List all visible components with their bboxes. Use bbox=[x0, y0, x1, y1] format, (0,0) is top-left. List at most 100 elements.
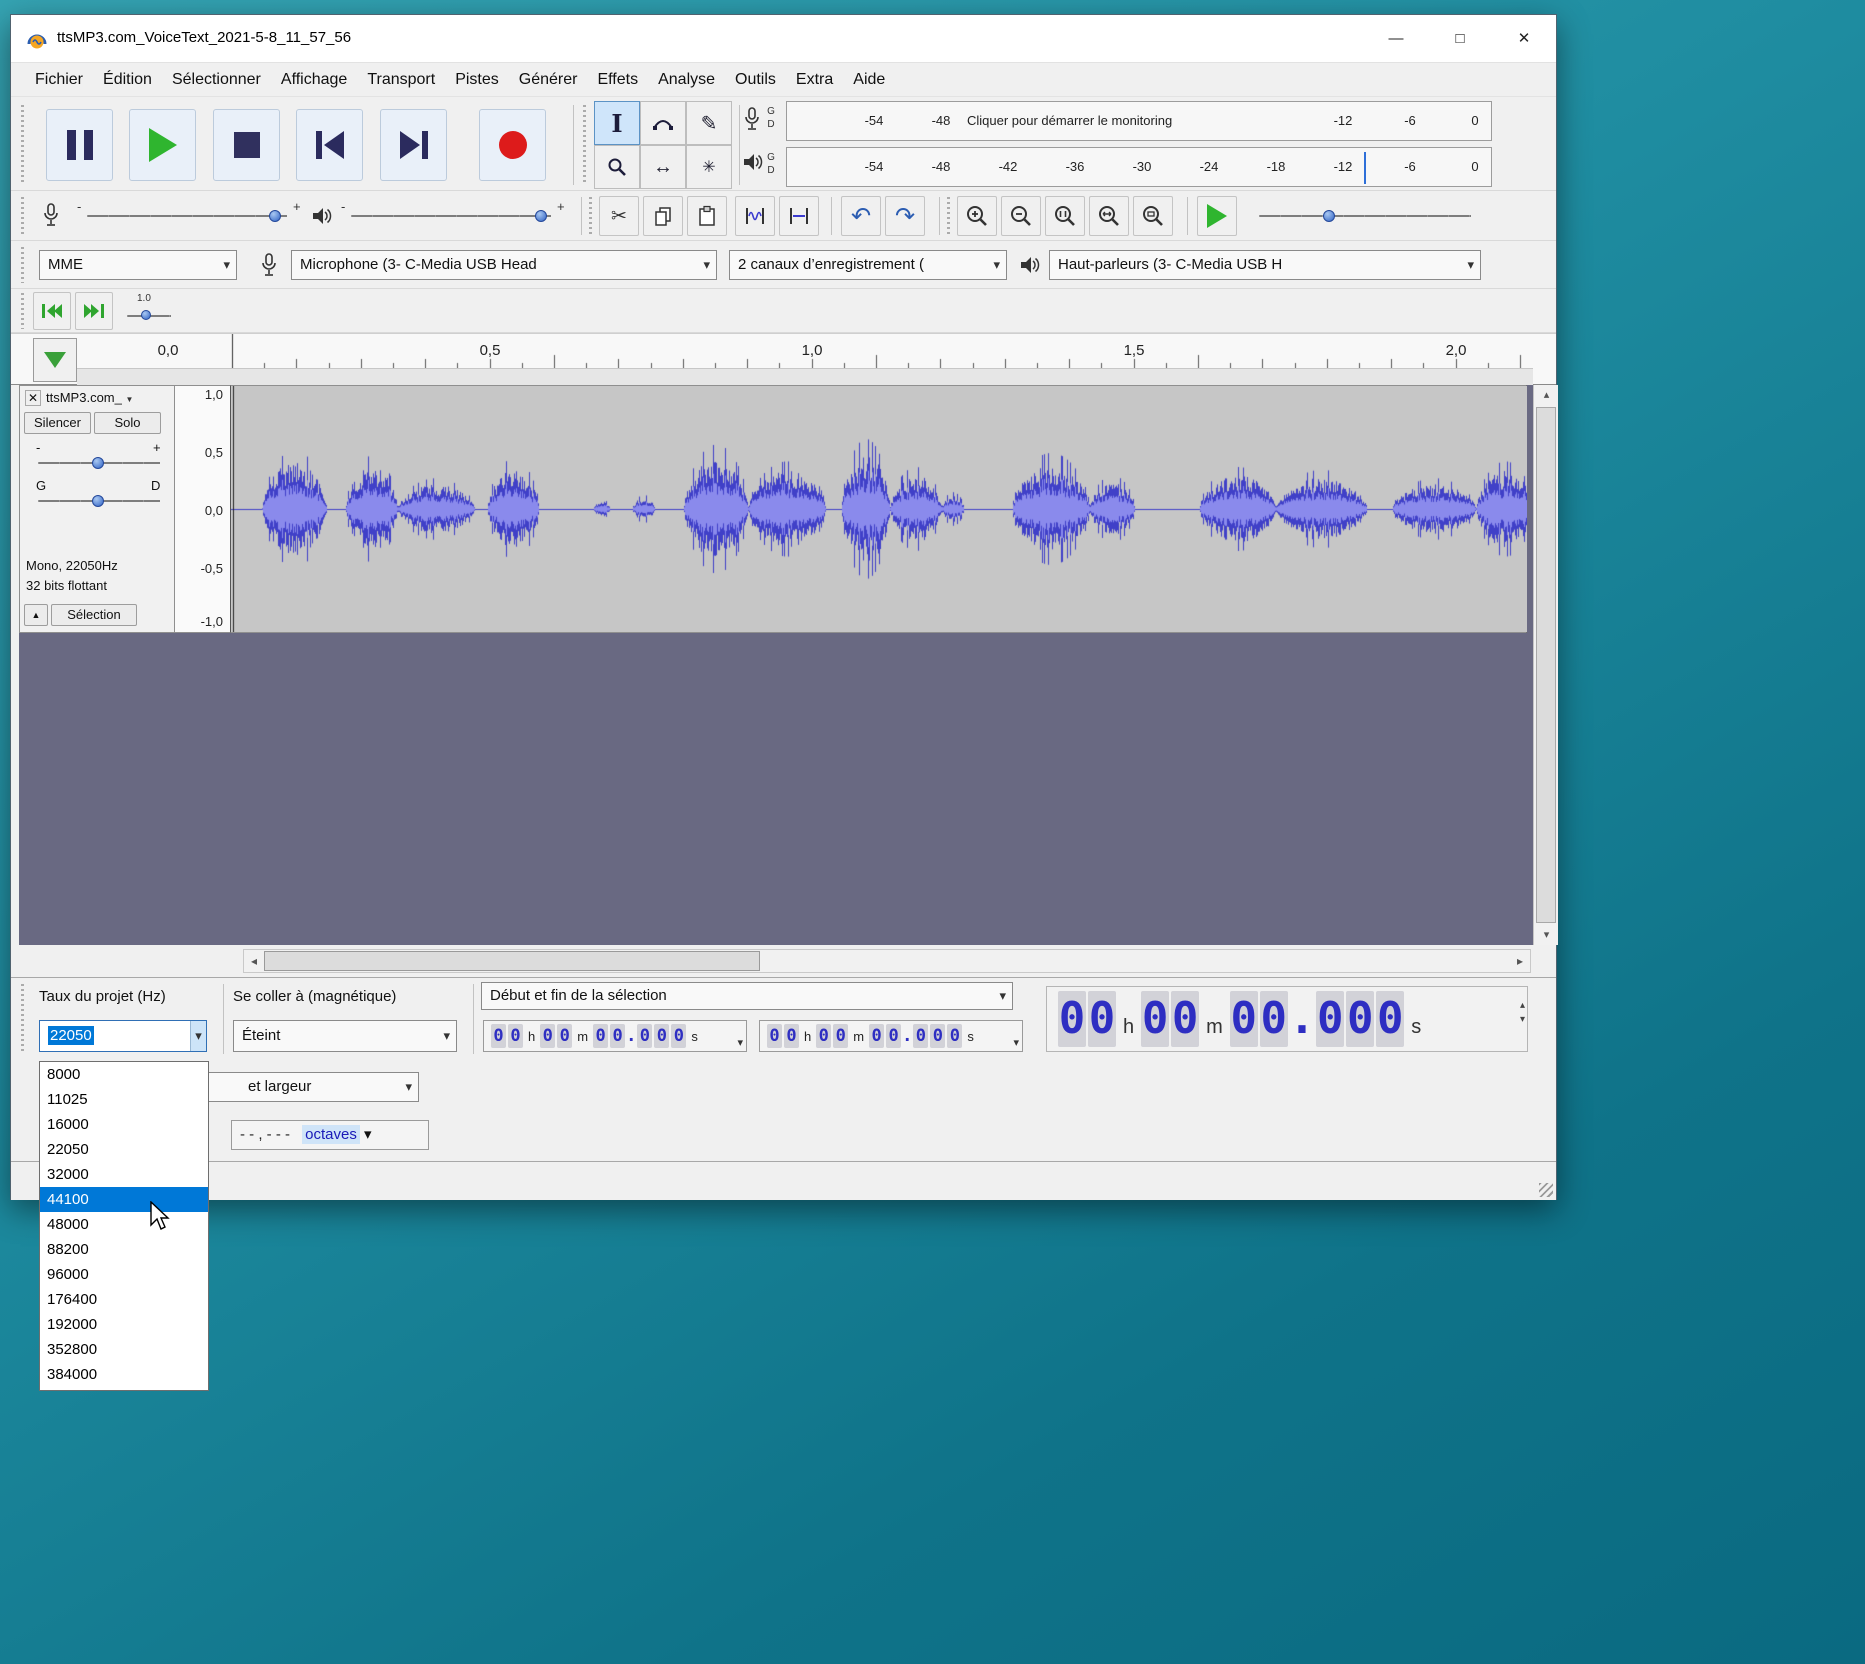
playback-device-combo[interactable]: Haut-parleurs (3- C-Media USB H▾ bbox=[1049, 250, 1481, 280]
vertical-scroll-thumb[interactable] bbox=[1536, 407, 1556, 923]
rate-option[interactable]: 384000 bbox=[40, 1362, 208, 1387]
trim-audio-button[interactable] bbox=[735, 196, 775, 236]
redo-button[interactable]: ↷ bbox=[885, 196, 925, 236]
track-close-button[interactable]: ✕ bbox=[25, 390, 41, 406]
rate-option[interactable]: 192000 bbox=[40, 1312, 208, 1337]
envelope-tool-button[interactable] bbox=[640, 101, 686, 145]
menu-generer[interactable]: Générer bbox=[509, 67, 588, 93]
pause-button[interactable] bbox=[46, 109, 113, 181]
scroll-right-icon[interactable]: ▸ bbox=[1510, 950, 1530, 972]
rate-option[interactable]: 22050 bbox=[40, 1137, 208, 1162]
toolbar-grip[interactable] bbox=[21, 247, 24, 283]
field-format-icon[interactable]: ▾ bbox=[1013, 1036, 1019, 1049]
input-volume-slider[interactable] bbox=[87, 215, 287, 217]
rate-option[interactable]: 48000 bbox=[40, 1212, 208, 1237]
track-gain-thumb[interactable] bbox=[92, 457, 104, 469]
rate-option[interactable]: 16000 bbox=[40, 1112, 208, 1137]
zoom-toggle-button[interactable] bbox=[1133, 196, 1173, 236]
input-volume-thumb[interactable] bbox=[269, 210, 281, 222]
multi-tool-button[interactable]: ✳ bbox=[686, 145, 732, 189]
cut-button[interactable]: ✂ bbox=[599, 196, 639, 236]
waveform-clip[interactable] bbox=[231, 385, 1527, 633]
menu-edition[interactable]: Édition bbox=[93, 67, 162, 93]
recording-channels-combo[interactable]: 2 canaux d’enregistrement (▾ bbox=[729, 250, 1007, 280]
menu-analyse[interactable]: Analyse bbox=[648, 67, 725, 93]
track-mute-button[interactable]: Silencer bbox=[24, 412, 91, 434]
position-spinner[interactable]: ▴▾ bbox=[1520, 1001, 1525, 1025]
rate-option[interactable]: 44100 bbox=[40, 1187, 208, 1212]
horizontal-scroll-thumb[interactable] bbox=[264, 951, 760, 971]
track-pan-thumb[interactable] bbox=[92, 495, 104, 507]
selection-tool-button[interactable]: I bbox=[594, 101, 640, 145]
paste-button[interactable] bbox=[687, 196, 727, 236]
silence-audio-button[interactable] bbox=[779, 196, 819, 236]
play-button[interactable] bbox=[129, 109, 196, 181]
resize-grip[interactable] bbox=[1539, 1183, 1553, 1197]
timeshift-tool-button[interactable]: ↔ bbox=[640, 145, 686, 189]
menu-pistes[interactable]: Pistes bbox=[445, 67, 509, 93]
playhead-triangle-icon[interactable] bbox=[44, 352, 66, 368]
horizontal-scrollbar[interactable]: ◂ ▸ bbox=[243, 949, 1531, 973]
rate-option[interactable]: 176400 bbox=[40, 1287, 208, 1312]
recording-device-combo[interactable]: Microphone (3- C-Media USB Head▾ bbox=[291, 250, 717, 280]
audio-position-display[interactable]: 00h00m00.000s ▴▾ bbox=[1046, 986, 1528, 1052]
zoom-tool-button[interactable] bbox=[594, 145, 640, 189]
copy-button[interactable] bbox=[643, 196, 683, 236]
zoom-fit-button[interactable] bbox=[1089, 196, 1129, 236]
selection-end-field[interactable]: 00h00m00.000s ▾ bbox=[759, 1020, 1023, 1052]
maximize-button[interactable]: □ bbox=[1428, 15, 1492, 62]
record-meter[interactable]: -54 -48 Cliquer pour démarrer le monitor… bbox=[786, 101, 1492, 141]
project-rate-combo[interactable]: 22050 ▾ bbox=[39, 1020, 207, 1052]
toolbar-grip[interactable] bbox=[21, 197, 24, 235]
playhead-pointer-box[interactable] bbox=[33, 338, 77, 382]
rate-option[interactable]: 88200 bbox=[40, 1237, 208, 1262]
seek-button[interactable] bbox=[75, 292, 113, 330]
minimize-button[interactable]: — bbox=[1364, 15, 1428, 62]
zoom-selection-button[interactable] bbox=[1045, 196, 1085, 236]
skip-to-start-button[interactable] bbox=[296, 109, 363, 181]
spectral-unit[interactable]: octaves bbox=[302, 1125, 360, 1144]
output-volume-slider[interactable] bbox=[351, 215, 551, 217]
record-button[interactable] bbox=[479, 109, 546, 181]
rate-option[interactable]: 32000 bbox=[40, 1162, 208, 1187]
menu-affichage[interactable]: Affichage bbox=[271, 67, 357, 93]
snap-to-combo[interactable]: Éteint▾ bbox=[233, 1020, 457, 1052]
vertical-scrollbar[interactable]: ▴ ▾ bbox=[1533, 385, 1558, 945]
waveform-canvas[interactable] bbox=[231, 386, 1527, 632]
toolbar-grip[interactable] bbox=[589, 197, 592, 235]
track-collapse-button[interactable]: ▲ bbox=[24, 604, 48, 626]
scroll-down-icon[interactable]: ▾ bbox=[1534, 925, 1559, 945]
field-format-icon[interactable]: ▾ bbox=[737, 1036, 743, 1049]
toolbar-grip[interactable] bbox=[947, 197, 950, 235]
audio-host-combo[interactable]: MME▾ bbox=[39, 250, 237, 280]
selection-mode-combo[interactable]: Début et fin de la sélection▾ bbox=[481, 982, 1013, 1010]
play-meter[interactable]: -54 -48 -42 -36 -30 -24 -18 -12 -6 0 bbox=[786, 147, 1492, 187]
zoom-out-button[interactable] bbox=[1001, 196, 1041, 236]
undo-button[interactable]: ↶ bbox=[841, 196, 881, 236]
track-vertical-ruler[interactable]: 1,0 0,5 0,0 -0,5 -1,0 bbox=[175, 385, 231, 633]
scrub-button[interactable] bbox=[33, 292, 71, 330]
scrub-speed-thumb[interactable] bbox=[141, 310, 151, 320]
rate-option[interactable]: 96000 bbox=[40, 1262, 208, 1287]
selection-start-field[interactable]: 00h00m00.000s ▾ bbox=[483, 1020, 747, 1052]
track-solo-button[interactable]: Solo bbox=[94, 412, 161, 434]
menu-selectionner[interactable]: Sélectionner bbox=[162, 67, 271, 93]
toolbar-grip[interactable] bbox=[21, 293, 24, 329]
toolbar-grip[interactable] bbox=[21, 105, 24, 183]
skip-to-end-button[interactable] bbox=[380, 109, 447, 181]
menu-transport[interactable]: Transport bbox=[357, 67, 445, 93]
toolbar-grip[interactable] bbox=[21, 984, 24, 1054]
menu-fichier[interactable]: Fichier bbox=[25, 67, 93, 93]
zoom-in-button[interactable] bbox=[957, 196, 997, 236]
spectral-frequency-field[interactable]: - - , - - - octaves ▾ bbox=[231, 1120, 429, 1150]
menu-outils[interactable]: Outils bbox=[725, 67, 786, 93]
track-select-button[interactable]: Sélection bbox=[51, 604, 137, 626]
toolbar-grip[interactable] bbox=[583, 105, 586, 185]
stop-button[interactable] bbox=[213, 109, 280, 181]
titlebar[interactable]: ttsMP3.com_VoiceText_2021-5-8_11_57_56 —… bbox=[11, 15, 1556, 63]
menu-extra[interactable]: Extra bbox=[786, 67, 843, 93]
output-volume-thumb[interactable] bbox=[535, 210, 547, 222]
timeline-ruler[interactable]: 0,0 0,5 1,0 1,5 2,0 bbox=[11, 333, 1556, 385]
chevron-down-icon[interactable]: ▾ bbox=[190, 1021, 206, 1051]
rate-option[interactable]: 11025 bbox=[40, 1087, 208, 1112]
